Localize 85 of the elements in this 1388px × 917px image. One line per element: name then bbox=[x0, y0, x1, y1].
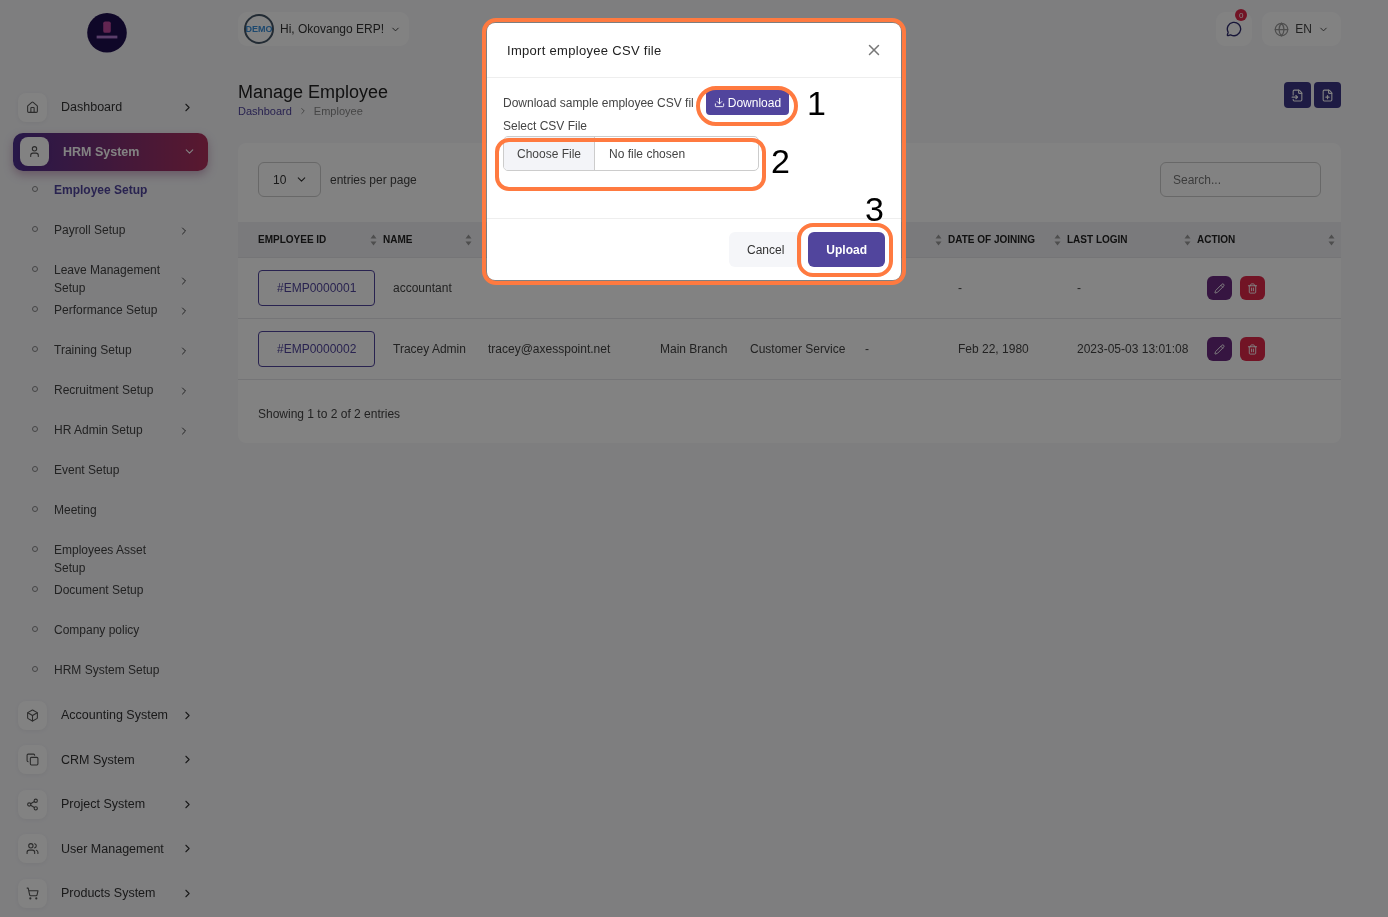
sample-text: Download sample employee CSV fil bbox=[503, 95, 694, 110]
messages-button[interactable]: 0 bbox=[1216, 12, 1253, 46]
sidebar-subitem[interactable]: HR Admin Setup bbox=[14, 414, 208, 455]
logo bbox=[86, 13, 128, 53]
copy-icon bbox=[18, 745, 47, 775]
column-header[interactable]: DATE OF JOINING bbox=[948, 222, 1067, 258]
file-add-icon bbox=[1321, 88, 1334, 102]
table-cell: Tracey Admin bbox=[393, 342, 466, 356]
sidebar-item[interactable]: HRM System bbox=[13, 133, 208, 171]
sidebar-item[interactable]: CRM System bbox=[18, 739, 208, 781]
search-field[interactable]: Search... bbox=[1160, 162, 1321, 197]
delete-button[interactable] bbox=[1240, 337, 1265, 361]
step-number: 3 bbox=[865, 192, 884, 226]
page-size-select[interactable]: 10 bbox=[258, 162, 321, 197]
table-cell: - bbox=[865, 342, 869, 356]
language-selector[interactable]: EN bbox=[1262, 12, 1341, 46]
user-menu[interactable]: DEMO Hi, Okovango ERP! bbox=[238, 12, 410, 46]
file-input[interactable]: Choose File No file chosen bbox=[503, 136, 759, 171]
upload-button[interactable]: Upload bbox=[808, 232, 885, 267]
table-cell: accountant bbox=[393, 281, 452, 295]
sidebar-subitem[interactable]: Event Setup bbox=[14, 454, 208, 495]
sidebar-item[interactable]: User Management bbox=[18, 828, 208, 870]
breadcrumb-item[interactable]: Dashboard bbox=[238, 105, 292, 117]
cube-icon bbox=[18, 700, 47, 730]
table-cell: Main Branch bbox=[660, 342, 728, 356]
download-button[interactable]: Download bbox=[705, 90, 790, 115]
sidebar-item[interactable]: Project System bbox=[18, 783, 208, 826]
table-cell: Customer Service bbox=[750, 342, 846, 356]
table-cell: 2023-05-03 13:01:08 bbox=[1077, 342, 1189, 356]
employee-id-tag[interactable]: #EMP0000001 bbox=[258, 270, 376, 306]
download-icon bbox=[713, 97, 725, 108]
sidebar-subitem[interactable]: Document Setup bbox=[14, 574, 208, 615]
cancel-button[interactable]: Cancel bbox=[728, 232, 803, 267]
notification-badge: 0 bbox=[1235, 9, 1248, 21]
sidebar-subitem[interactable]: HRM System Setup bbox=[14, 654, 208, 695]
sidebar-subitem[interactable]: Training Setup bbox=[14, 334, 208, 375]
table-cell: tracey@axesspoint.net bbox=[488, 342, 611, 356]
share-icon bbox=[18, 789, 47, 819]
page-size-label: entries per page bbox=[330, 172, 417, 187]
table-cell: Feb 22, 1980 bbox=[958, 342, 1029, 356]
file-status: No file chosen bbox=[608, 146, 686, 161]
table-cell: - bbox=[1077, 281, 1081, 295]
chat-icon bbox=[1226, 21, 1243, 37]
pencil-icon bbox=[1214, 343, 1225, 355]
sidebar-item[interactable]: Products System bbox=[18, 872, 208, 914]
sidebar-subitem[interactable]: Meeting bbox=[14, 494, 208, 535]
language-code: EN bbox=[1295, 22, 1312, 36]
column-header[interactable]: ACTION bbox=[1197, 222, 1341, 258]
import-button[interactable] bbox=[1284, 82, 1311, 108]
delete-button[interactable] bbox=[1240, 276, 1265, 300]
trash-icon bbox=[1247, 343, 1258, 355]
globe-icon bbox=[1274, 21, 1290, 37]
pencil-icon bbox=[1214, 282, 1225, 294]
column-header[interactable]: NAME bbox=[383, 222, 478, 258]
sidebar-subitem[interactable]: Employees Asset Setup bbox=[14, 534, 208, 575]
export-button[interactable] bbox=[1314, 82, 1341, 108]
user-icon bbox=[20, 137, 49, 167]
breadcrumb-item: Employee bbox=[313, 105, 363, 117]
sidebar-subitem[interactable]: Company policy bbox=[14, 614, 208, 655]
sidebar-subitem[interactable]: Recruitment Setup bbox=[14, 374, 208, 415]
step-number: 1 bbox=[807, 86, 826, 120]
dialog-title: Import employee CSV file bbox=[507, 42, 662, 58]
sidebar-item[interactable]: Accounting System bbox=[18, 694, 208, 737]
users-icon bbox=[18, 834, 47, 864]
table-cell: - bbox=[958, 281, 962, 295]
edit-button[interactable] bbox=[1207, 337, 1232, 361]
greeting: Hi, Okovango ERP! bbox=[280, 22, 385, 36]
employee-id-tag[interactable]: #EMP0000002 bbox=[258, 331, 376, 367]
sidebar-subitem[interactable]: Performance Setup bbox=[14, 294, 208, 335]
sidebar-subitem[interactable]: Leave Management Setup bbox=[14, 254, 208, 295]
edit-button[interactable] bbox=[1207, 276, 1232, 300]
page-title: Manage Employee bbox=[238, 82, 389, 103]
home-icon bbox=[18, 92, 47, 122]
sidebar-subitem[interactable]: Payroll Setup bbox=[14, 214, 208, 255]
demo-logo: DEMO bbox=[244, 14, 274, 44]
file-import-icon bbox=[1291, 88, 1304, 102]
column-header[interactable]: EMPLOYEE ID bbox=[238, 222, 383, 258]
sidebar-subitem[interactable]: Employee Setup bbox=[14, 174, 208, 215]
trash-icon bbox=[1247, 282, 1258, 294]
sidebar-item[interactable]: Dashboard bbox=[18, 86, 208, 129]
cart-icon bbox=[18, 878, 47, 908]
column-header[interactable]: LAST LOGIN bbox=[1067, 222, 1197, 258]
table-info: Showing 1 to 2 of 2 entries bbox=[257, 406, 402, 421]
field-label: Select CSV File bbox=[503, 119, 589, 133]
step-number: 2 bbox=[771, 144, 790, 178]
